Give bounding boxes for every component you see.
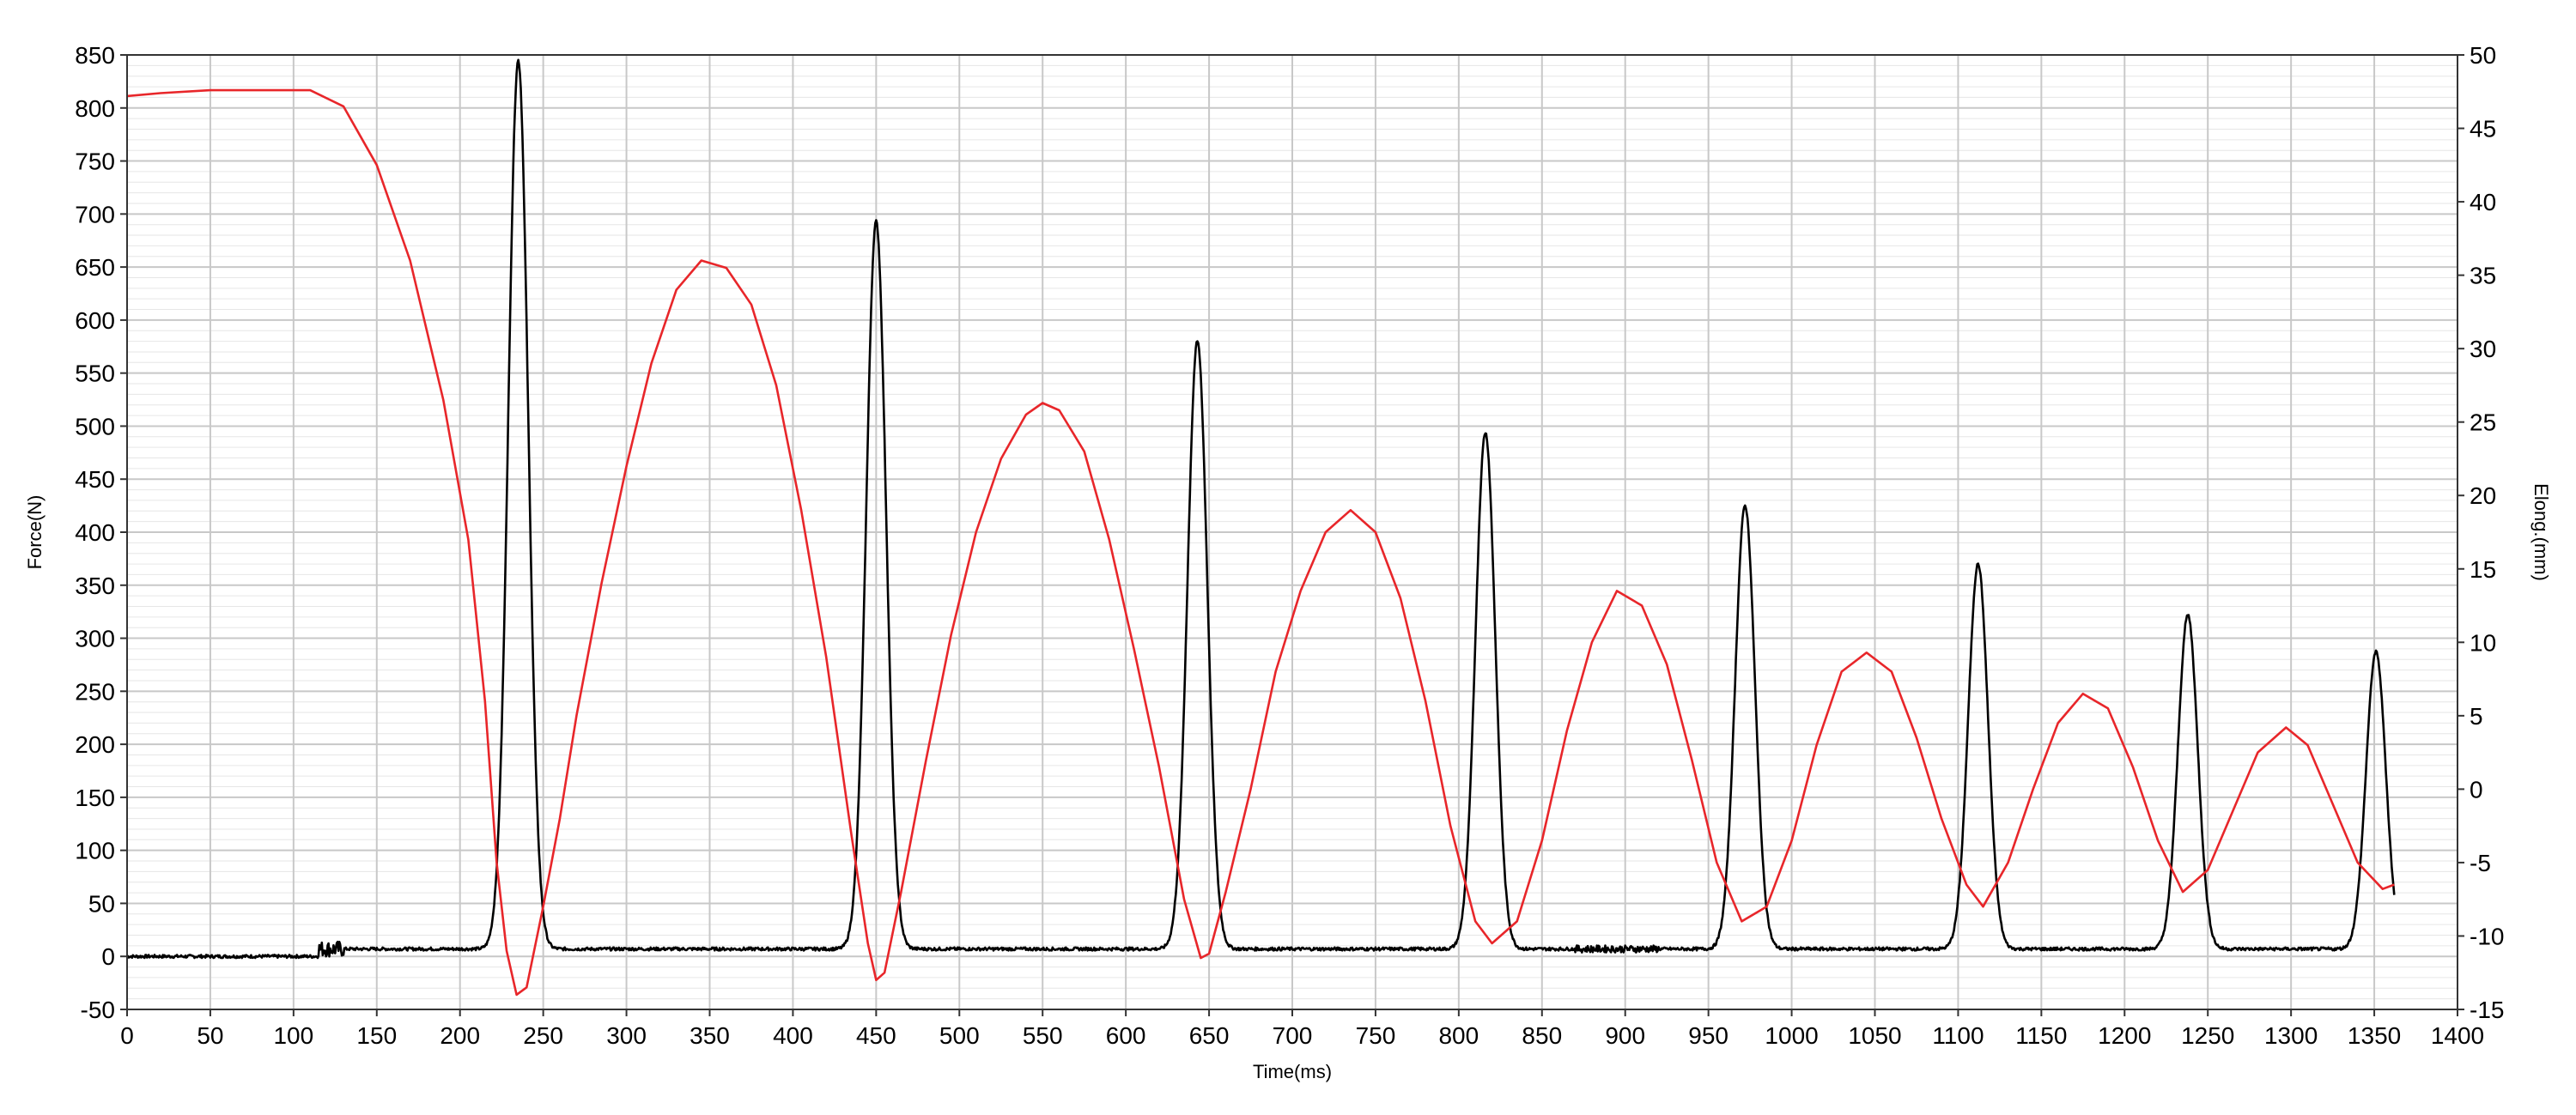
y-tick-label: 300 (75, 626, 115, 652)
x-tick-label: 1300 (2264, 1022, 2318, 1049)
y2-tick-label: 15 (2470, 556, 2496, 583)
x-tick-label: 650 (1189, 1022, 1230, 1049)
x-tick-label: 1050 (1848, 1022, 1901, 1049)
y2-tick-label: -10 (2470, 923, 2504, 949)
x-tick-label: 50 (197, 1022, 223, 1049)
y-tick-label: 250 (75, 678, 115, 705)
x-tick-label: 1000 (1765, 1022, 1818, 1049)
x-tick-label: 300 (606, 1022, 647, 1049)
y2-tick-label: 0 (2470, 776, 2483, 803)
x-tick-label: 1200 (2098, 1022, 2151, 1049)
y-tick-label: 750 (75, 148, 115, 175)
y2-tick-label: 20 (2470, 482, 2496, 509)
x-tick-label: 1350 (2348, 1022, 2401, 1049)
x-tick-label: 750 (1356, 1022, 1396, 1049)
y-tick-label: 200 (75, 731, 115, 758)
x-tick-label: 250 (523, 1022, 563, 1049)
y-tick-label: 350 (75, 573, 115, 599)
x-tick-label: 500 (939, 1022, 980, 1049)
y2-tick-label: 10 (2470, 629, 2496, 656)
x-tick-label: 600 (1106, 1022, 1146, 1049)
y-tick-label: 500 (75, 413, 115, 439)
y2-tick-label: 30 (2470, 336, 2496, 362)
x-axis-ticks: 0 50 100 150 200 250 300 350 400 450 500 550 600 650 7… (120, 1009, 2484, 1049)
x-axis-label: Time(ms) (1253, 1061, 1332, 1082)
y-tick-label: 650 (75, 254, 115, 281)
y-tick-label: 0 (101, 943, 115, 970)
x-tick-label: 700 (1273, 1022, 1313, 1049)
x-tick-label: 1100 (1932, 1022, 1984, 1049)
y2-axis-label: Elong.(mm) (2530, 483, 2552, 581)
y-tick-label: 150 (75, 785, 115, 811)
y-axis-ticks: -50 0 50 100 150 200 250 300 350 400 450 500 550 600 6… (75, 42, 127, 1023)
y2-axis-ticks: -15 -10 -5 0 5 10 15 20 25 30 35 40 45 50 (2458, 42, 2504, 1023)
y-tick-label: 450 (75, 466, 115, 493)
y-tick-label: -50 (81, 997, 115, 1023)
x-tick-label: 1150 (2015, 1022, 2067, 1049)
y-tick-label: 50 (88, 890, 115, 917)
x-tick-label: 450 (856, 1022, 896, 1049)
y2-tick-label: 50 (2470, 42, 2496, 69)
y2-tick-label: 40 (2470, 189, 2496, 215)
y-tick-label: 400 (75, 519, 115, 546)
y-tick-label: 600 (75, 307, 115, 334)
y2-tick-label: 45 (2470, 116, 2496, 142)
y-tick-label: 100 (75, 838, 115, 864)
grid-lines (126, 54, 2458, 1010)
y-tick-label: 850 (75, 42, 115, 69)
x-tick-label: 850 (1522, 1022, 1562, 1049)
x-tick-label: 150 (356, 1022, 397, 1049)
x-tick-label: 200 (440, 1022, 480, 1049)
y-tick-label: 550 (75, 361, 115, 387)
x-tick-label: 100 (273, 1022, 313, 1049)
y2-tick-label: 35 (2470, 263, 2496, 289)
y2-tick-label: 25 (2470, 409, 2496, 436)
x-tick-label: 350 (690, 1022, 730, 1049)
force-elongation-chart: 0 50 100 150 200 250 300 350 400 450 500 550 600 650 7… (24, 42, 2552, 1082)
x-tick-label: 950 (1688, 1022, 1728, 1049)
x-tick-label: 1250 (2181, 1022, 2234, 1049)
x-tick-label: 800 (1438, 1022, 1479, 1049)
y2-tick-label: -5 (2470, 850, 2491, 876)
x-tick-label: 550 (1023, 1022, 1063, 1049)
force-series-line (126, 58, 2396, 960)
x-tick-label: 900 (1605, 1022, 1645, 1049)
y-tick-label: 800 (75, 95, 115, 122)
y-axis-label: Force(N) (24, 495, 46, 570)
x-tick-label: 400 (773, 1022, 813, 1049)
y2-tick-label: 5 (2470, 703, 2483, 730)
x-tick-label: 0 (120, 1022, 134, 1049)
y-tick-label: 700 (75, 201, 115, 227)
series-layer (126, 58, 2396, 997)
x-tick-label: 1400 (2431, 1022, 2484, 1049)
y2-tick-label: -15 (2470, 997, 2504, 1023)
